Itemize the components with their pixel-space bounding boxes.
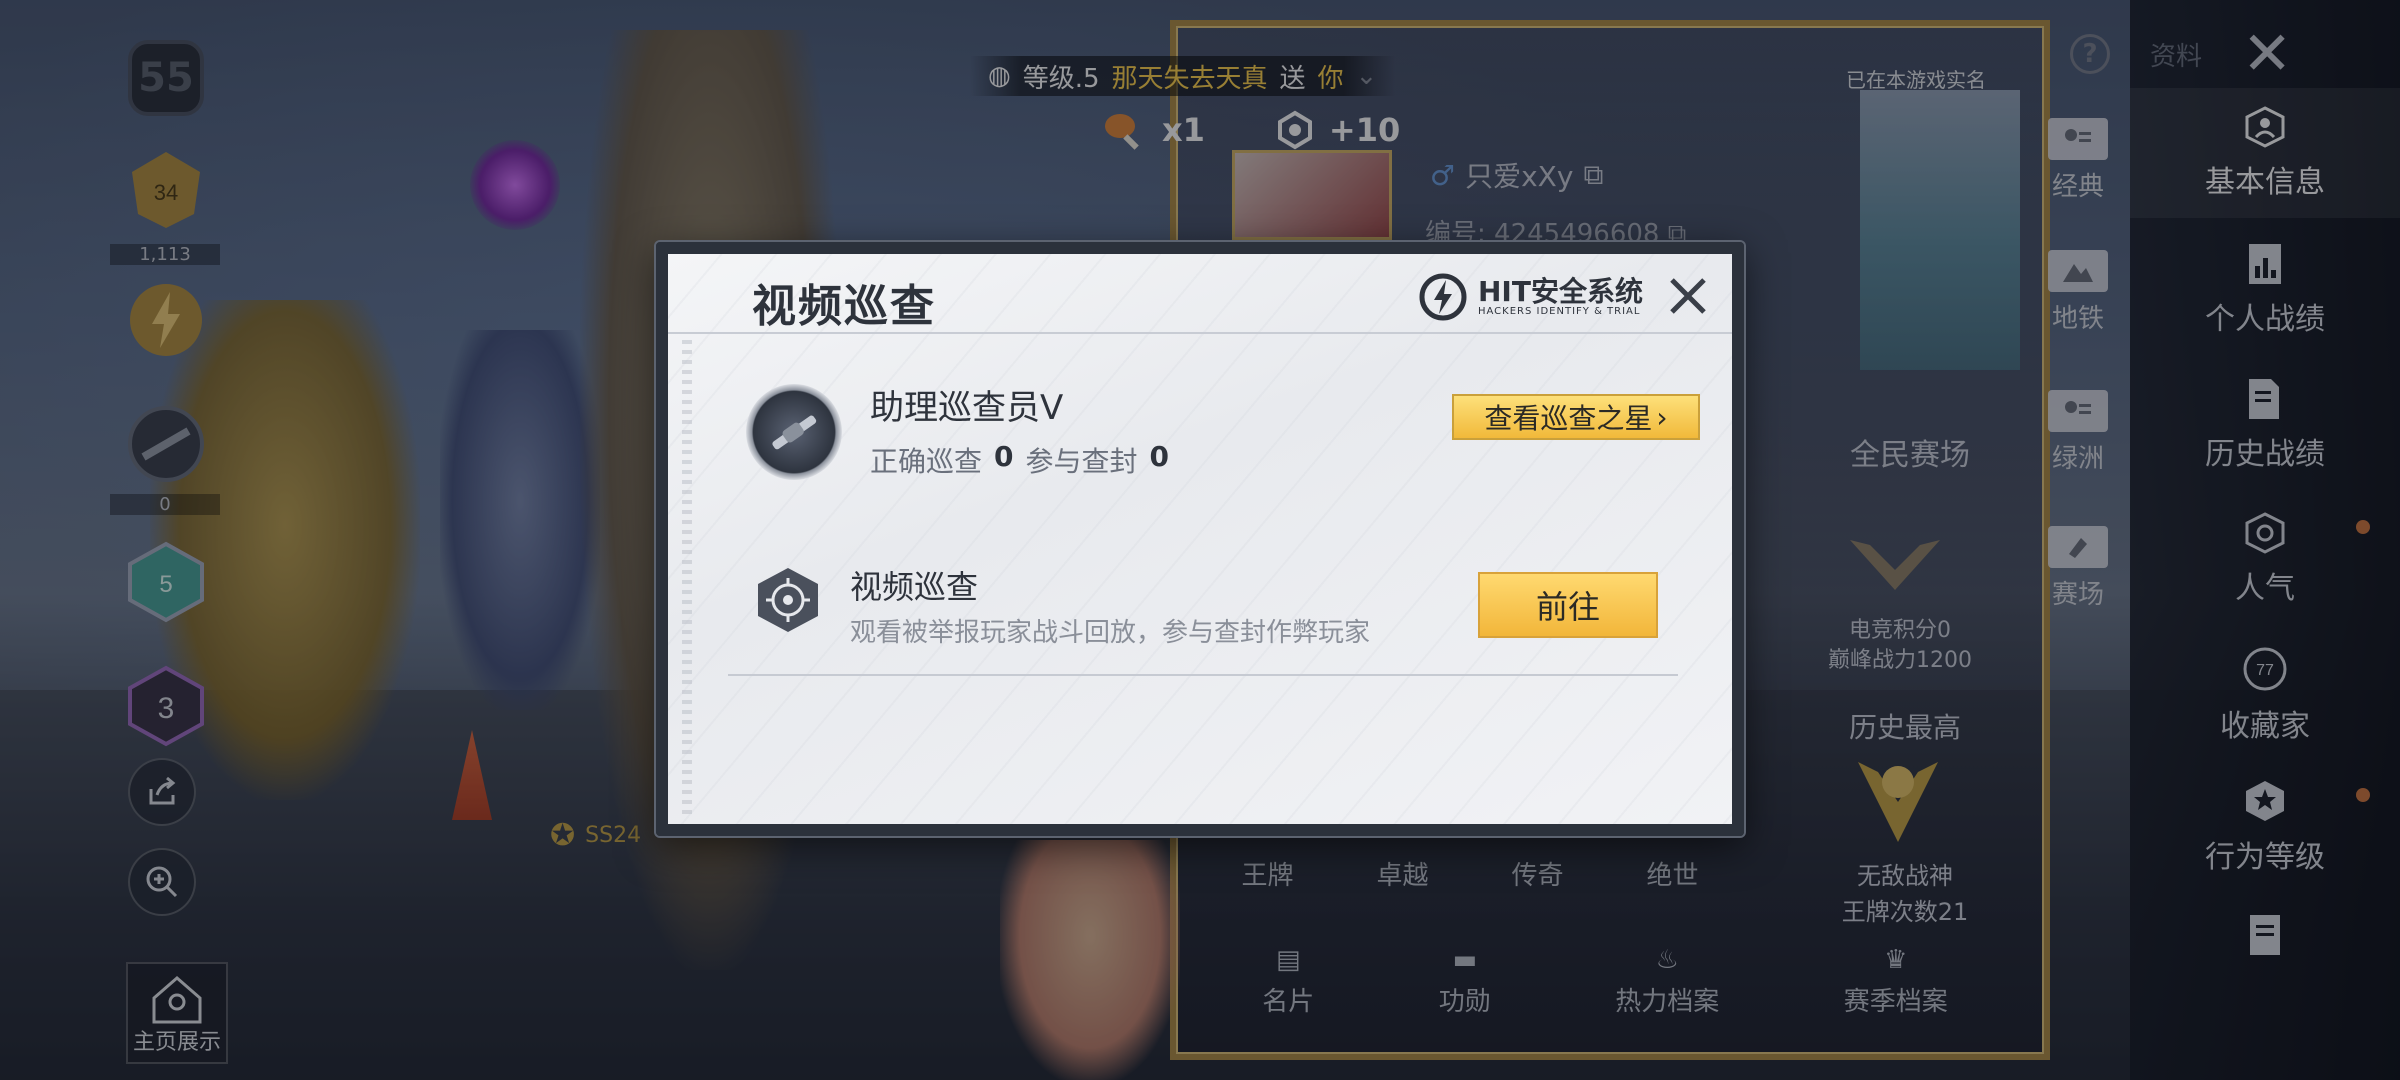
hit-logo-subtitle: HACKERS IDENTIFY & TRIAL bbox=[1478, 305, 1641, 317]
view-patrol-star-button[interactable]: 查看巡查之星 › bbox=[1452, 394, 1700, 440]
decor-stripe bbox=[682, 340, 692, 820]
rifle-scope-icon bbox=[772, 415, 817, 450]
hit-security-logo: HIT安全系统 HACKERS IDENTIFY & TRIAL bbox=[1418, 272, 1643, 322]
close-icon bbox=[1670, 278, 1706, 314]
chevron-right-icon: › bbox=[1656, 400, 1668, 434]
patrol-stats: 正确巡查 0 参与查封 0 bbox=[870, 440, 1169, 480]
dialog-header: 视频巡查 HIT安全系统 HACKERS IDENTIFY & TRIAL bbox=[668, 254, 1732, 334]
feature-divider bbox=[728, 674, 1678, 676]
go-button[interactable]: 前往 bbox=[1478, 572, 1658, 638]
hit-logo-title: HIT安全系统 bbox=[1478, 274, 1643, 308]
correct-patrol-value: 0 bbox=[994, 440, 1014, 473]
target-crosshair-icon bbox=[758, 568, 818, 632]
patrol-badge bbox=[746, 384, 842, 480]
dialog-title: 视频巡查 bbox=[752, 281, 936, 332]
feature-description: 观看被举报玩家战斗回放，参与查封作弊玩家 bbox=[850, 618, 1371, 648]
correct-patrol-label: 正确巡查 bbox=[870, 445, 983, 478]
view-patrol-star-label: 查看巡查之星 bbox=[1484, 402, 1653, 435]
seal-participation-value: 0 bbox=[1149, 440, 1169, 473]
dialog-close-button[interactable] bbox=[1660, 268, 1716, 324]
patrol-rank-name: 助理巡查员V bbox=[870, 388, 1064, 428]
seal-participation-label: 参与查封 bbox=[1025, 445, 1138, 478]
lightning-shield-icon bbox=[1419, 273, 1467, 321]
feature-title: 视频巡查 bbox=[850, 568, 979, 606]
hit-logo-text: HIT安全系统 HACKERS IDENTIFY & TRIAL bbox=[1478, 274, 1643, 317]
video-patrol-dialog: 视频巡查 HIT安全系统 HACKERS IDENTIFY & TRIAL 助理… bbox=[656, 242, 1744, 836]
